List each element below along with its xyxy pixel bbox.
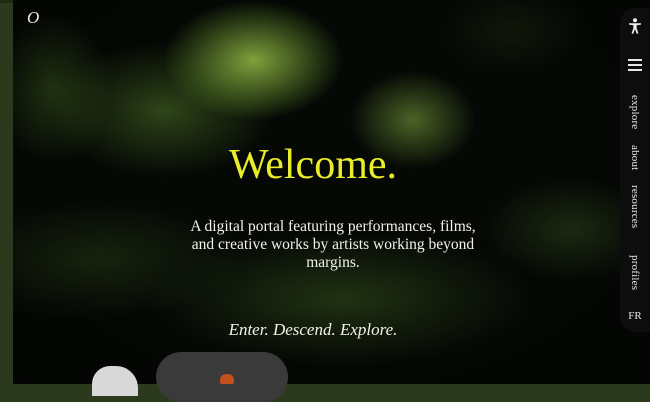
hero-section: Welcome. A digital portal featuring perf…: [13, 0, 613, 384]
nav-link-about[interactable]: about: [622, 138, 648, 178]
featured-card[interactable]: [156, 352, 288, 402]
hero-tagline: Enter. Descend. Explore.: [228, 320, 398, 339]
side-navigation: explore about resources profiles FR: [620, 8, 650, 332]
accessibility-icon: [629, 18, 641, 34]
hamburger-menu-icon[interactable]: [628, 59, 642, 71]
hero-description: A digital portal featuring performances,…: [190, 218, 476, 271]
language-toggle[interactable]: FR: [620, 310, 650, 322]
nav-link-resources[interactable]: resources: [622, 180, 648, 234]
nav-link-explore[interactable]: explore: [622, 88, 648, 136]
nav-link-profiles[interactable]: profiles: [622, 252, 648, 294]
card-thumbnail: [220, 374, 234, 384]
hero-title: Welcome.: [228, 142, 398, 188]
accessibility-button[interactable]: [625, 16, 645, 36]
